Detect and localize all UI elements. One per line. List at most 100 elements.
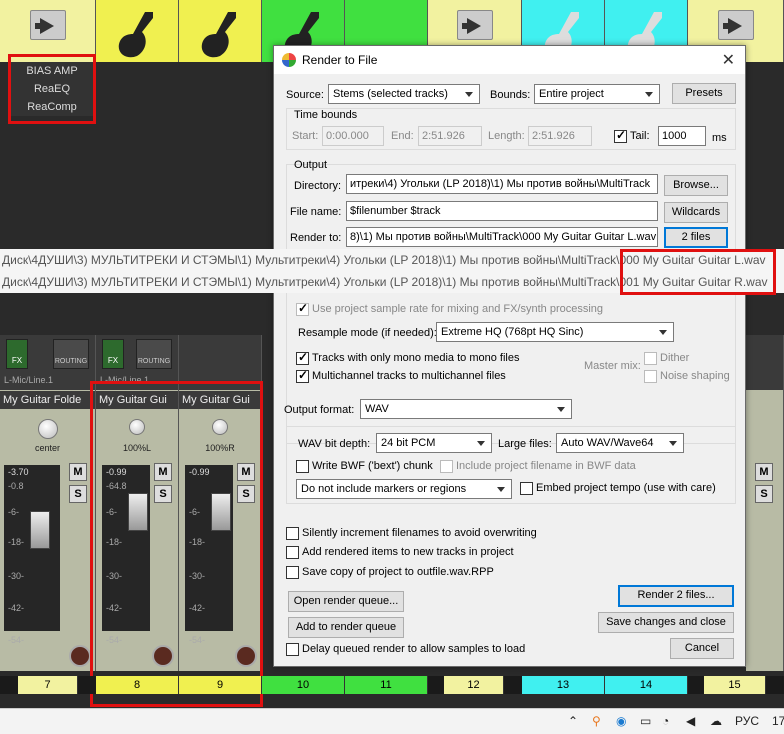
large-files-select[interactable]: Auto WAV/Wave64 xyxy=(556,433,684,453)
fx-button[interactable]: FX xyxy=(6,339,28,369)
pan-knob[interactable] xyxy=(129,419,145,435)
routing-button[interactable]: ROUTING xyxy=(136,339,172,369)
save-copy-label: Save copy of project to outfile.wav.RPP xyxy=(302,566,494,578)
mute-button[interactable]: M xyxy=(69,463,87,481)
wifi-icon[interactable]: ◔ xyxy=(662,714,669,728)
mono-label: Tracks with only mono media to mono file… xyxy=(312,352,520,364)
track-number[interactable]: 12 xyxy=(444,676,504,694)
search-icon[interactable]: ⚲ xyxy=(592,714,601,728)
display-icon[interactable]: ▭ xyxy=(640,714,651,728)
speaker-icon[interactable]: ◀ xyxy=(686,714,695,728)
track-header-7[interactable] xyxy=(0,0,96,62)
files-list-button[interactable]: 2 files xyxy=(664,227,728,248)
input-label[interactable]: L-Mic/Line.1 xyxy=(4,375,91,387)
output-format-select[interactable]: WAV xyxy=(360,399,572,419)
add-rendered-checkbox[interactable] xyxy=(286,546,299,559)
solo-button[interactable]: S xyxy=(69,485,87,503)
use-sample-rate-label: Use project sample rate for mixing and F… xyxy=(312,303,604,315)
bwf-checkbox[interactable] xyxy=(296,460,309,473)
chevron-up-icon[interactable]: ⌃ xyxy=(568,714,578,728)
length-field[interactable]: 2:51.926 xyxy=(528,126,592,146)
input-label[interactable]: L-Mic/Line.1 xyxy=(100,375,174,387)
track-number[interactable]: 8 xyxy=(96,676,179,694)
use-sample-rate-checkbox[interactable] xyxy=(296,301,309,316)
track-name[interactable]: My Guitar Folde xyxy=(0,391,95,409)
input-label[interactable] xyxy=(183,375,257,387)
fx-button[interactable]: FX xyxy=(102,339,124,369)
fx-item[interactable]: ReaComp xyxy=(11,98,93,116)
bitdepth-select[interactable]: 24 bit PCM xyxy=(376,433,492,453)
cancel-button[interactable]: Cancel xyxy=(670,638,734,659)
clock[interactable]: 17 xyxy=(772,714,784,728)
render-file-path[interactable]: Диск\4ДУШИ\3) МУЛЬТИТРЕКИ И СТЭМЫ\1) Мул… xyxy=(0,249,784,271)
track-header-9[interactable] xyxy=(179,0,262,62)
source-select[interactable]: Stems (selected tracks) xyxy=(328,84,480,104)
peak-label: -3.70 xyxy=(8,467,29,477)
presets-button[interactable]: Presets xyxy=(672,83,736,104)
embed-tempo-checkbox[interactable] xyxy=(520,482,533,495)
tail-checkbox[interactable] xyxy=(614,128,627,143)
length-label: Length: xyxy=(488,130,525,142)
pan-value: 100%L xyxy=(122,443,152,453)
render-button[interactable]: Render 2 files... xyxy=(618,585,734,607)
mute-button[interactable]: M xyxy=(755,463,773,481)
wildcards-button[interactable]: Wildcards xyxy=(664,202,728,223)
volume-fader[interactable] xyxy=(211,493,231,531)
record-arm-button[interactable] xyxy=(235,645,257,667)
filename-field[interactable]: $filenumber $track xyxy=(346,201,658,221)
bounds-select[interactable]: Entire project xyxy=(534,84,660,104)
add-to-render-queue-button[interactable]: Add to render queue xyxy=(288,617,404,638)
track-number[interactable]: 13 xyxy=(522,676,605,694)
start-field[interactable]: 0:00.000 xyxy=(322,126,384,146)
track-name[interactable]: My Guitar Gui xyxy=(179,391,261,409)
tail-field[interactable]: 1000 xyxy=(658,126,706,146)
level-meter: -3.70 -0.8 -6- -18- -30- -42- -54- xyxy=(4,465,60,645)
volume-fader[interactable] xyxy=(128,493,148,531)
meter-scale: -42- xyxy=(106,603,123,613)
track-number[interactable]: 9 xyxy=(179,676,262,694)
silent-increment-checkbox[interactable] xyxy=(286,527,299,540)
track-number[interactable]: 7 xyxy=(18,676,78,694)
track-number[interactable]: 14 xyxy=(605,676,688,694)
include-filename-checkbox[interactable] xyxy=(440,460,453,473)
mute-button[interactable]: M xyxy=(154,463,172,481)
language-indicator[interactable]: РУС xyxy=(735,714,759,728)
markers-select[interactable]: Do not include markers or regions xyxy=(296,479,512,499)
end-field[interactable]: 2:51.926 xyxy=(418,126,482,146)
render-to-field[interactable]: 8)\1) Мы против войны\MultiTrack\000 My … xyxy=(346,227,658,247)
volume-fader[interactable] xyxy=(30,511,50,549)
pan-knob[interactable] xyxy=(212,419,228,435)
noise-shaping-checkbox[interactable] xyxy=(644,370,657,383)
solo-button[interactable]: S xyxy=(755,485,773,503)
track-header-8[interactable] xyxy=(96,0,179,62)
save-and-close-button[interactable]: Save changes and close xyxy=(598,612,734,633)
network-app-icon[interactable]: ◉ xyxy=(616,714,626,728)
pan-knob[interactable] xyxy=(37,419,58,439)
track-name[interactable]: My Guitar Gui xyxy=(96,391,178,409)
multichannel-checkbox[interactable] xyxy=(296,368,309,383)
resample-select[interactable]: Extreme HQ (768pt HQ Sinc) xyxy=(436,322,674,342)
track-number[interactable]: 11 xyxy=(345,676,428,694)
track-number[interactable]: 10 xyxy=(262,676,345,694)
routing-button[interactable]: ROUTING xyxy=(53,339,89,369)
mute-button[interactable]: M xyxy=(237,463,255,481)
render-file-path[interactable]: Диск\4ДУШИ\3) МУЛЬТИТРЕКИ И СТЭМЫ\1) Мул… xyxy=(0,271,784,293)
record-arm-button[interactable] xyxy=(152,645,174,667)
folder-icon xyxy=(29,10,66,40)
track-number[interactable]: 15 xyxy=(704,676,766,694)
fx-item[interactable]: BIAS AMP xyxy=(11,62,93,80)
browse-button[interactable]: Browse... xyxy=(664,175,728,196)
dialog-titlebar[interactable]: Render to File ✕ xyxy=(274,46,745,74)
save-copy-checkbox[interactable] xyxy=(286,566,299,579)
solo-button[interactable]: S xyxy=(154,485,172,503)
directory-field[interactable]: итреки\4) Угольки (LP 2018)\1) Мы против… xyxy=(346,174,658,194)
close-icon[interactable]: ✕ xyxy=(722,50,735,70)
fx-item[interactable]: ReaEQ xyxy=(11,80,93,98)
solo-button[interactable]: S xyxy=(237,485,255,503)
cloud-icon[interactable]: ☁ xyxy=(710,714,722,728)
record-arm-button[interactable] xyxy=(69,645,91,667)
dither-checkbox[interactable] xyxy=(644,352,657,365)
delay-queued-checkbox[interactable] xyxy=(286,643,299,656)
open-render-queue-button[interactable]: Open render queue... xyxy=(288,591,404,612)
mono-checkbox[interactable] xyxy=(296,350,309,365)
